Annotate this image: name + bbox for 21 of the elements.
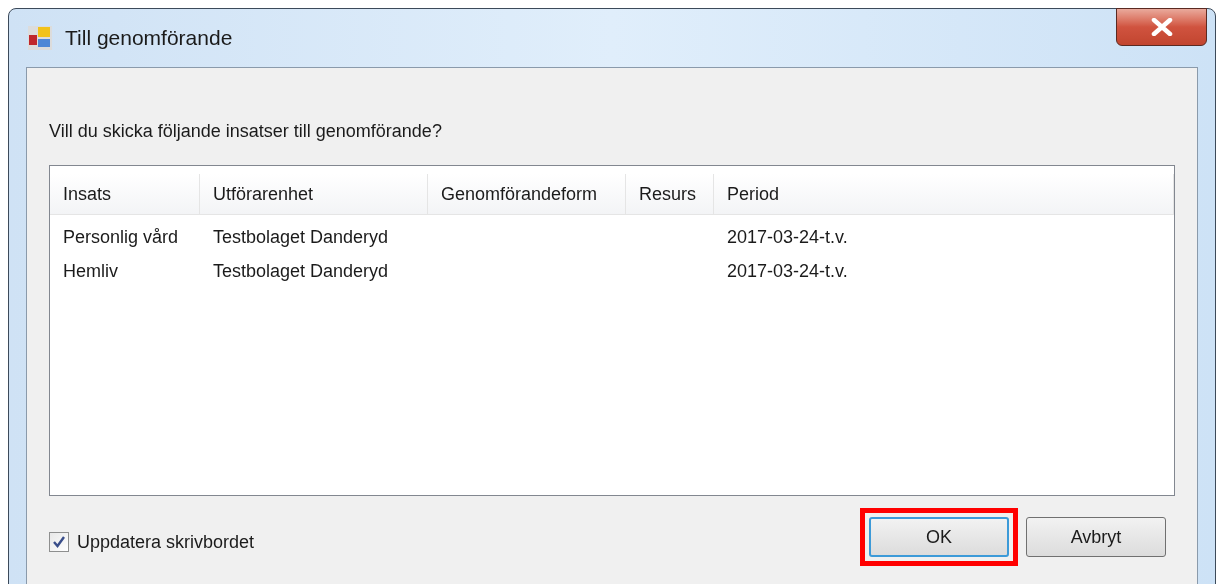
close-button[interactable] [1116,8,1207,46]
column-header[interactable]: Insats [50,174,200,214]
column-header[interactable]: Resurs [626,174,714,214]
table-cell-text: 2017-03-24-t.v. [727,225,848,249]
dialog-button[interactable]: Avbryt [1026,517,1166,557]
update-desktop-checkbox[interactable]: Uppdatera skrivbordet [49,528,255,556]
column-header[interactable]: Genomförandeform [428,174,626,214]
dialog-button[interactable]: OK [869,517,1009,557]
table-cell-text: Testbolaget Danderyd [213,225,389,249]
checkbox[interactable] [49,532,69,552]
column-header[interactable]: Period [714,174,1174,214]
close-icon [1150,18,1173,36]
app-icon [27,25,53,51]
table-cell-text: 2017-03-24-t.v. [727,259,848,283]
column-header[interactable]: Utförarenhet [200,174,428,214]
table-cell-text: Testbolaget Danderyd [213,259,389,283]
check-icon [52,535,66,549]
window-title: Till genomförande [65,25,233,52]
table-cell-text: Hemliv [63,259,118,283]
table-cell-text: Personlig vård [63,225,179,249]
prompt-text: Vill du skicka följande insatser till genomförande? [49,120,443,143]
